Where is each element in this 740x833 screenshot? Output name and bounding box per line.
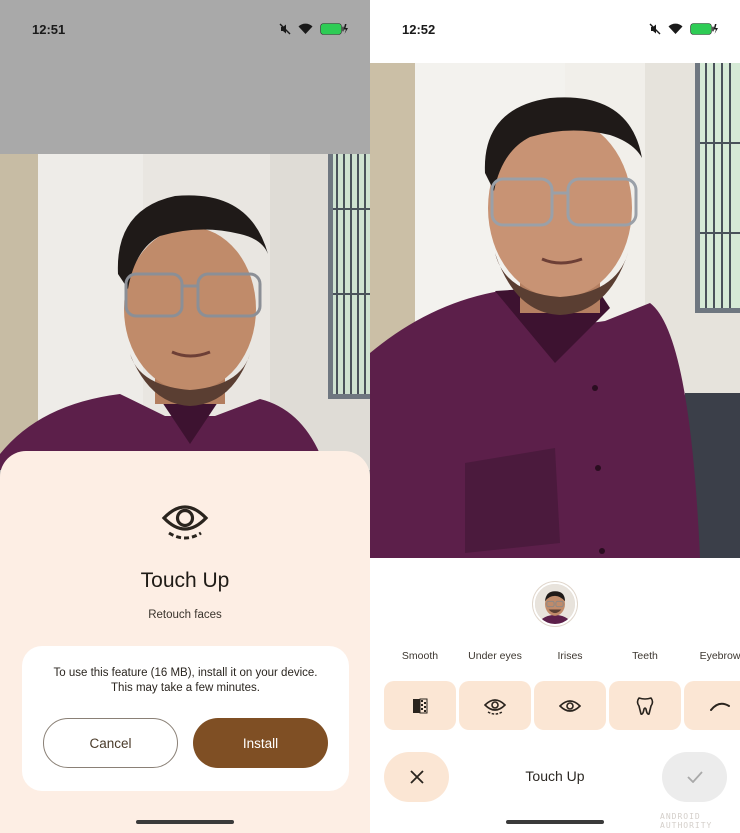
selfie-photo (0, 154, 370, 470)
install-message-line1: To use this feature (16 MB), install it … (53, 667, 318, 679)
status-time: 12:51 (32, 22, 66, 37)
sheet-subtitle: Retouch faces (148, 609, 222, 621)
install-card: To use this feature (16 MB), install it … (22, 646, 349, 791)
tool-eyebrow[interactable]: Eyebrow (684, 650, 740, 730)
tool-irises-button[interactable] (534, 681, 606, 730)
tool-teeth-button[interactable] (609, 681, 681, 730)
tooth-icon (636, 696, 654, 715)
tool-label: Eyebrow (699, 650, 740, 662)
status-icons (649, 23, 718, 35)
eyebrow-icon (710, 702, 730, 711)
install-message: To use this feature (16 MB), install it … (36, 666, 335, 696)
smooth-icon (413, 698, 428, 713)
home-indicator[interactable] (136, 820, 234, 824)
done-button[interactable] (662, 752, 727, 802)
mute-icon (649, 23, 661, 35)
battery-icon (690, 23, 718, 35)
tool-label: Smooth (401, 650, 439, 662)
right-phone-screen: 12:52 Smooth Under eyes Irises Teeth Eye… (370, 0, 740, 833)
eye-icon (161, 505, 209, 540)
battery-icon (320, 23, 348, 35)
tool-under-eyes[interactable]: Under eyes (459, 650, 531, 730)
edited-photo (370, 63, 740, 558)
editor-bottom-bar: Touch Up (370, 752, 740, 802)
tool-teeth[interactable]: Teeth (609, 650, 681, 730)
left-phone-screen: 12:51 Touch Up Retouch faces To use this… (0, 0, 370, 833)
install-bottom-sheet: Touch Up Retouch faces To use this featu… (0, 451, 370, 833)
checkmark-icon (686, 771, 703, 783)
tool-irises[interactable]: Irises (534, 650, 606, 730)
tool-under-eyes-button[interactable] (459, 681, 531, 730)
sheet-title: Touch Up (140, 569, 230, 592)
tool-label: Irises (557, 650, 583, 662)
status-bar: 12:51 (0, 0, 370, 62)
tool-label: Under eyes (468, 650, 522, 662)
tool-smooth-button[interactable] (384, 681, 456, 730)
window (695, 63, 740, 313)
status-time: 12:52 (402, 22, 436, 37)
window (328, 154, 370, 399)
tool-label: Teeth (632, 650, 658, 662)
tool-eyebrow-button[interactable] (684, 681, 740, 730)
status-bar: 12:52 (370, 0, 740, 62)
home-indicator[interactable] (506, 820, 604, 824)
install-message-line2: This may take a few minutes. (111, 682, 260, 694)
face-selector-thumbnail[interactable] (533, 582, 577, 626)
watermark: ANDROID AUTHORITY (660, 812, 713, 830)
install-button[interactable]: Install (193, 718, 328, 768)
status-icons (279, 23, 348, 35)
mute-icon (279, 23, 291, 35)
tool-smooth[interactable]: Smooth (384, 650, 456, 730)
wifi-icon (298, 23, 313, 34)
eye-icon (559, 699, 581, 712)
under-eyes-icon (484, 698, 506, 715)
cancel-button[interactable]: Cancel (43, 718, 178, 768)
wifi-icon (668, 23, 683, 34)
